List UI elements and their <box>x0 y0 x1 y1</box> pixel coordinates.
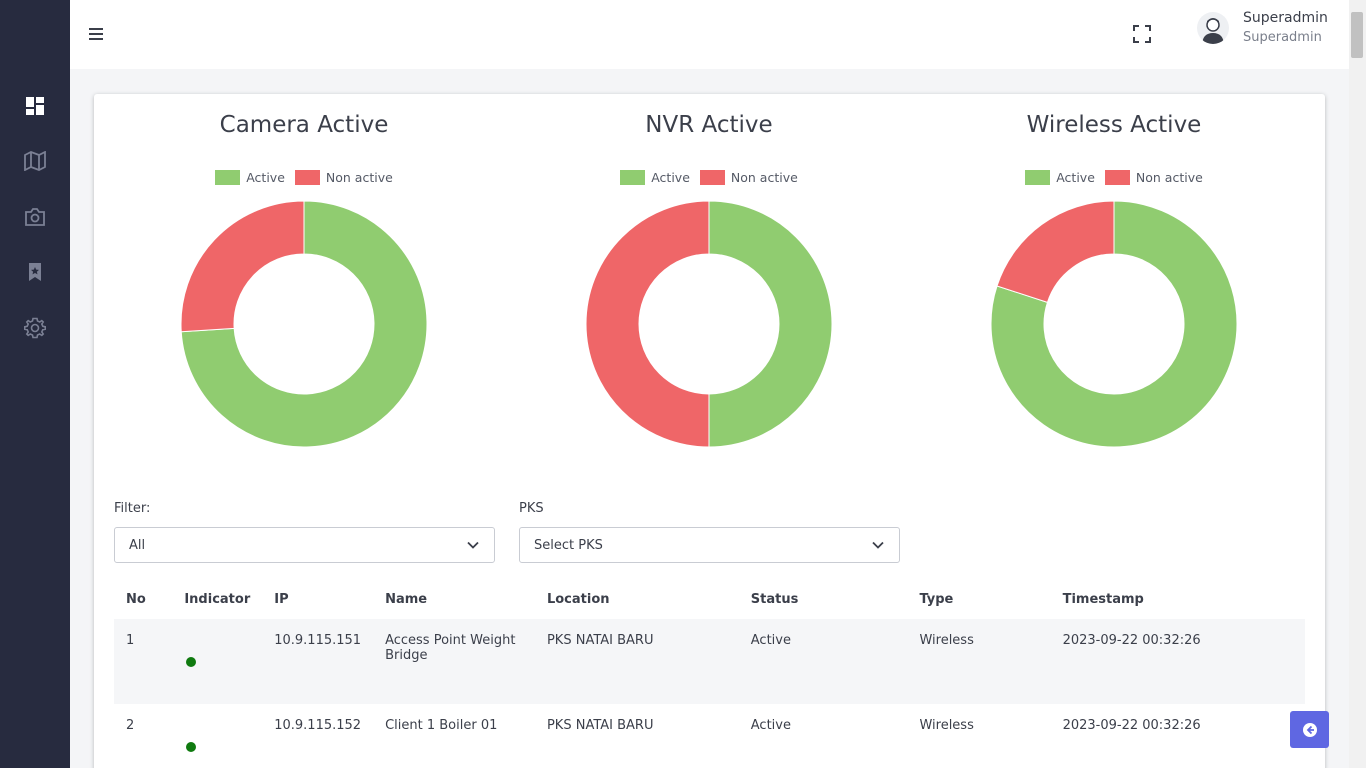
legend-swatch-non-active <box>699 170 725 185</box>
cell-status: Active <box>750 718 791 733</box>
cell-ip: 10.9.115.152 <box>274 718 362 733</box>
scrollbar-thumb[interactable] <box>1351 12 1363 58</box>
table-row[interactable]: 1 10.9.115.151 Access Point Weight Bridg… <box>114 619 1305 704</box>
user-role: Superadmin <box>1243 30 1322 45</box>
legend-swatch-active <box>215 170 241 185</box>
cell-no: 1 <box>114 619 173 704</box>
chart-title: Wireless Active <box>1026 112 1202 138</box>
legend-swatch-active <box>1025 170 1051 185</box>
cell-timestamp: 2023-09-22 00:32:26 <box>1062 718 1201 733</box>
filter-select[interactable]: All <box>114 527 495 563</box>
status-indicator-dot <box>186 657 197 667</box>
user-name[interactable]: Superadmin <box>1243 10 1328 26</box>
cell-ip: 10.9.115.151 <box>262 619 374 704</box>
gear-icon[interactable] <box>23 316 47 340</box>
donut-chart <box>585 200 833 448</box>
menu-icon[interactable] <box>86 24 106 44</box>
donut-chart <box>180 200 428 448</box>
devices-table: No Indicator IP Name Location Status Typ… <box>114 579 1305 768</box>
donut-slice-active[interactable] <box>708 200 833 448</box>
topbar: Superadmin Superadmin <box>70 0 1349 69</box>
column-header-type[interactable]: Type <box>907 579 1050 619</box>
pks-select-value: Select PKS <box>534 537 603 553</box>
filter-select-value: All <box>129 537 146 553</box>
camera-icon[interactable] <box>23 205 47 229</box>
legend-label: Non active <box>730 170 798 185</box>
cell-indicator <box>172 704 262 768</box>
chart-legend: Active Non active <box>914 170 1314 185</box>
cell-location: PKS NATAI BARU <box>546 718 654 733</box>
nvr-chart: NVR Active Active Non active <box>509 94 909 464</box>
column-header-indicator[interactable]: Indicator <box>172 579 262 619</box>
legend-label: Non active <box>1135 170 1203 185</box>
legend-swatch-non-active <box>294 170 320 185</box>
column-header-timestamp[interactable]: Timestamp <box>1051 579 1305 619</box>
table-row[interactable]: 2 10.9.115.152 Client 1 Boiler 01 PKS NA… <box>114 704 1305 768</box>
legend-item-active[interactable]: Active <box>215 170 285 185</box>
donut-slice-non-active[interactable] <box>180 200 305 333</box>
wireless-chart: Wireless Active Active Non active <box>914 94 1314 464</box>
arrow-left-circle-icon <box>1302 722 1317 737</box>
cell-no: 2 <box>126 718 135 733</box>
cell-timestamp: 2023-09-22 00:32:26 <box>1050 619 1305 704</box>
donut-chart <box>990 200 1238 448</box>
cell-location: PKS NATAI BARU <box>534 619 739 704</box>
back-button[interactable] <box>1290 711 1329 748</box>
legend-item-non-active[interactable]: Non active <box>294 170 393 185</box>
cell-status: Active <box>738 619 908 704</box>
cell-type: Wireless <box>907 619 1051 704</box>
camera-chart: Camera Active Active Non active <box>104 94 504 464</box>
cell-name: Access Point Weight Bridge <box>373 619 535 704</box>
dashboard-card: Camera Active Active Non active NVR Acti… <box>94 94 1325 768</box>
avatar[interactable] <box>1197 12 1229 44</box>
dashboard-icon[interactable] <box>23 94 47 118</box>
legend-item-active[interactable]: Active <box>1025 170 1095 185</box>
column-header-ip[interactable]: IP <box>262 579 373 619</box>
map-icon[interactable] <box>23 149 47 173</box>
column-header-status[interactable]: Status <box>739 579 908 619</box>
legend-label: Non active <box>325 170 393 185</box>
chart-title: Camera Active <box>219 112 389 138</box>
donut-slice-non-active[interactable] <box>996 200 1115 303</box>
scrollbar[interactable] <box>1349 0 1366 768</box>
cell-indicator <box>172 619 263 704</box>
status-indicator-dot <box>186 742 197 752</box>
chevron-down-icon <box>872 541 884 549</box>
legend-label: Active <box>246 170 285 185</box>
chart-legend: Active Non active <box>509 170 909 185</box>
legend-item-non-active[interactable]: Non active <box>1104 170 1203 185</box>
fullscreen-icon[interactable] <box>1132 24 1152 44</box>
legend-swatch-non-active <box>1104 170 1130 185</box>
chart-title: NVR Active <box>645 112 773 138</box>
legend-label: Active <box>651 170 690 185</box>
column-header-no[interactable]: No <box>114 579 172 619</box>
cell-name: Client 1 Boiler 01 <box>385 718 498 733</box>
sidebar <box>0 0 70 768</box>
chart-legend: Active Non active <box>104 170 504 185</box>
chevron-down-icon <box>467 541 479 549</box>
donut-slice-non-active[interactable] <box>585 200 710 448</box>
pks-select[interactable]: Select PKS <box>519 527 900 563</box>
column-header-name[interactable]: Name <box>373 579 535 619</box>
legend-item-non-active[interactable]: Non active <box>699 170 798 185</box>
legend-label: Active <box>1056 170 1095 185</box>
table-header-row: No Indicator IP Name Location Status Typ… <box>114 579 1305 619</box>
pks-label: PKS <box>519 501 544 516</box>
legend-swatch-active <box>620 170 646 185</box>
column-header-location[interactable]: Location <box>535 579 739 619</box>
legend-item-active[interactable]: Active <box>620 170 690 185</box>
bookmark-icon[interactable] <box>23 260 47 284</box>
filter-label: Filter: <box>114 501 151 516</box>
cell-type: Wireless <box>919 718 974 733</box>
